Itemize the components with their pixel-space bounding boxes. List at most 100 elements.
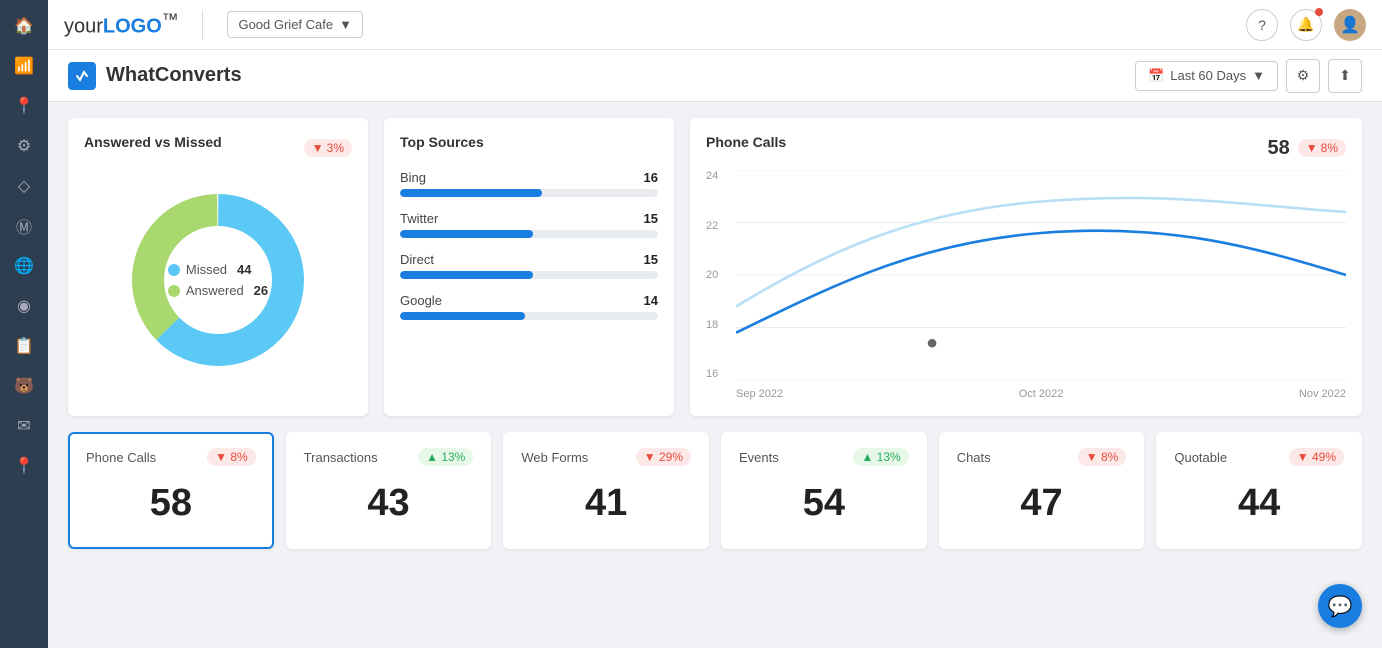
- filter-settings-button[interactable]: ⚙: [1286, 59, 1320, 93]
- metric-card-chats[interactable]: Chats ▼ 8% 47: [939, 432, 1145, 549]
- notification-icon: 🔔: [1297, 16, 1314, 33]
- topnav-right: ? 🔔 👤: [1246, 9, 1366, 41]
- source-name: Direct: [400, 252, 434, 267]
- metric-card-quotable[interactable]: Quotable ▼ 49% 44: [1156, 432, 1362, 549]
- metric-card-transactions[interactable]: Transactions ▲ 13% 43: [286, 432, 492, 549]
- source-bar: [400, 271, 533, 279]
- source-item: Direct 15: [400, 252, 658, 279]
- metric-card-events[interactable]: Events ▲ 13% 54: [721, 432, 927, 549]
- sidebar-item-mail[interactable]: ✉: [4, 408, 44, 444]
- source-item: Google 14: [400, 293, 658, 320]
- y-label-20: 20: [706, 269, 718, 281]
- source-header: Bing 16: [400, 170, 658, 185]
- metric-name: Events: [739, 450, 779, 465]
- sidebar-item-clipboard[interactable]: 📋: [4, 328, 44, 364]
- share-button[interactable]: ⬆: [1328, 59, 1362, 93]
- dropdown-chevron-icon: ▼: [339, 17, 352, 32]
- metric-badge: ▼ 49%: [1289, 448, 1344, 466]
- source-header: Twitter 15: [400, 211, 658, 226]
- chart-y-labels: 24 22 20 18 16: [706, 170, 718, 400]
- metric-name: Chats: [957, 450, 991, 465]
- sources-card-header: Top Sources: [400, 134, 658, 162]
- metric-badge: ▲ 13%: [418, 448, 473, 466]
- logo-prefix: your: [64, 16, 103, 38]
- sidebar-item-settings[interactable]: ⚙: [4, 128, 44, 164]
- metric-card-header: Events ▲ 13%: [739, 448, 909, 466]
- sidebar-item-globe[interactable]: 🌐: [4, 248, 44, 284]
- sidebar-item-diamond[interactable]: ◇: [4, 168, 44, 204]
- metric-card-phone-calls[interactable]: Phone Calls ▼ 8% 58: [68, 432, 274, 549]
- y-label-16: 16: [706, 368, 718, 380]
- chart-badge-value: 8%: [1321, 141, 1338, 155]
- metric-card-header: Quotable ▼ 49%: [1174, 448, 1344, 466]
- x-label-nov: Nov 2022: [1299, 388, 1346, 400]
- answered-label: Answered: [186, 283, 244, 298]
- sidebar: 🏠 📶 📍 ⚙ ◇ Ⓜ 🌐 ◉ 📋 🐻 ✉ 📍: [0, 0, 48, 648]
- metric-card-header: Chats ▼ 8%: [957, 448, 1127, 466]
- chart-total-value: 58: [1268, 137, 1290, 160]
- metric-card-header: Phone Calls ▼ 8%: [86, 448, 256, 466]
- help-button[interactable]: ?: [1246, 9, 1278, 41]
- page-title: WhatConverts: [106, 64, 242, 87]
- phone-calls-chart-card: Phone Calls 58 ▼ 8% 24 22 20 18: [690, 118, 1362, 416]
- answered-value: 26: [254, 283, 268, 298]
- answered-legend-item: Answered 26: [168, 283, 268, 298]
- sidebar-item-home[interactable]: 🏠: [4, 8, 44, 44]
- sidebar-item-module[interactable]: Ⓜ: [4, 208, 44, 244]
- metric-name: Quotable: [1174, 450, 1227, 465]
- source-bar: [400, 189, 542, 197]
- metric-card-header: Transactions ▲ 13%: [304, 448, 474, 466]
- sources-list: Bing 16 Twitter 15 Direct 15: [400, 170, 658, 320]
- metric-value: 43: [304, 474, 474, 533]
- metric-badge: ▲ 13%: [853, 448, 908, 466]
- sidebar-item-pin[interactable]: 📍: [4, 448, 44, 484]
- avatar[interactable]: 👤: [1334, 9, 1366, 41]
- logo-brand: LOGO: [103, 16, 162, 38]
- y-label-24: 24: [706, 170, 718, 182]
- source-name: Twitter: [400, 211, 438, 226]
- source-count: 16: [644, 170, 658, 185]
- source-name: Google: [400, 293, 442, 308]
- chart-header: Phone Calls 58 ▼ 8%: [706, 134, 1346, 162]
- sidebar-item-location[interactable]: 📍: [4, 88, 44, 124]
- metric-badge: ▼ 29%: [636, 448, 691, 466]
- account-dropdown[interactable]: Good Grief Cafe ▼: [227, 11, 363, 38]
- metric-name: Transactions: [304, 450, 378, 465]
- source-count: 15: [644, 211, 658, 226]
- notification-button[interactable]: 🔔: [1290, 9, 1322, 41]
- chat-bubble-icon: 💬: [1328, 594, 1353, 619]
- missed-label: Missed: [186, 262, 227, 277]
- date-filter-button[interactable]: 📅 Last 60 Days ▼: [1135, 61, 1278, 91]
- donut-card-header: Answered vs Missed ▼ 3%: [84, 134, 352, 162]
- chart-title: Phone Calls: [706, 134, 786, 150]
- down-arrow-icon: ▼: [312, 141, 324, 155]
- y-label-18: 18: [706, 319, 718, 331]
- source-header: Direct 15: [400, 252, 658, 267]
- donut-legend: Missed 44 Answered 26: [168, 262, 268, 298]
- logo-area: yourLOGO™ Good Grief Cafe ▼: [64, 10, 363, 40]
- sidebar-item-signal[interactable]: 📶: [4, 48, 44, 84]
- date-filter-label: Last 60 Days: [1170, 68, 1246, 83]
- logo: yourLOGO™: [64, 10, 178, 39]
- donut-card-title: Answered vs Missed: [84, 134, 222, 150]
- chat-bubble-button[interactable]: 💬: [1318, 584, 1362, 628]
- sidebar-item-bear[interactable]: 🐻: [4, 368, 44, 404]
- source-bar: [400, 312, 525, 320]
- sources-card-title: Top Sources: [400, 134, 484, 150]
- metric-card-web-forms[interactable]: Web Forms ▼ 29% 41: [503, 432, 709, 549]
- whatconverts-icon: [68, 62, 96, 90]
- y-label-22: 22: [706, 220, 718, 232]
- avatar-icon: 👤: [1340, 15, 1360, 35]
- account-name: Good Grief Cafe: [238, 17, 333, 32]
- source-bar-bg: [400, 230, 658, 238]
- source-bar: [400, 230, 533, 238]
- source-item: Twitter 15: [400, 211, 658, 238]
- logo-tm: ™: [162, 10, 179, 29]
- calendar-icon: 📅: [1148, 68, 1164, 84]
- source-bar-bg: [400, 189, 658, 197]
- metric-badge: ▼ 8%: [1078, 448, 1127, 466]
- sidebar-item-circle[interactable]: ◉: [4, 288, 44, 324]
- x-label-oct: Oct 2022: [1019, 388, 1064, 400]
- topnav: yourLOGO™ Good Grief Cafe ▼ ? 🔔 👤: [48, 0, 1382, 50]
- source-name: Bing: [400, 170, 426, 185]
